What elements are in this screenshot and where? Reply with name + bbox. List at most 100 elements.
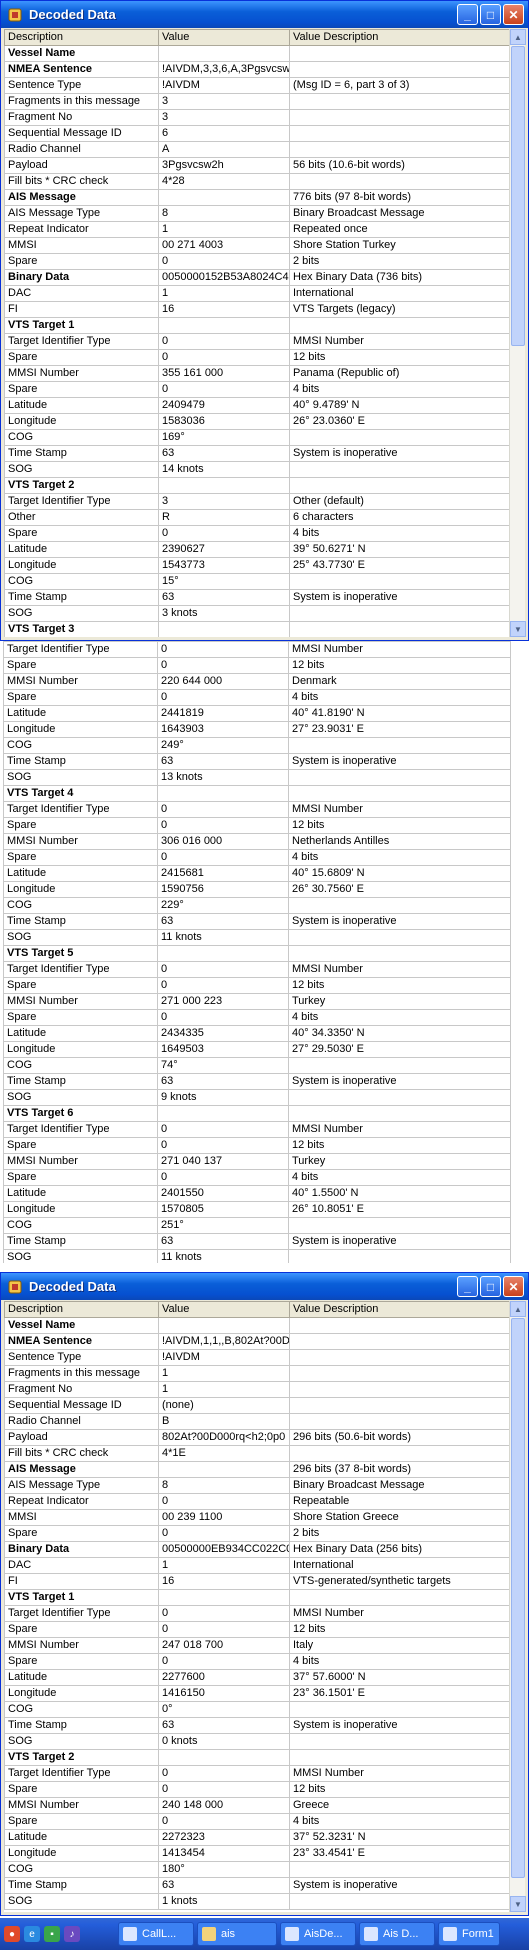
value-description-cell[interactable] bbox=[289, 317, 509, 334]
value-cell[interactable]: R bbox=[158, 509, 290, 526]
description-cell[interactable]: Target Identifier Type bbox=[4, 1605, 159, 1622]
description-cell[interactable]: MMSI Number bbox=[3, 833, 158, 850]
value-description-cell[interactable]: MMSI Number bbox=[288, 961, 511, 978]
value-description-cell[interactable]: (Msg ID = 6, part 3 of 3) bbox=[289, 77, 509, 94]
scroll-down-button[interactable]: ▼ bbox=[510, 1896, 526, 1912]
section-header-row[interactable]: Vessel Name bbox=[4, 45, 509, 62]
description-cell[interactable]: VTS Target 3 bbox=[4, 621, 159, 637]
description-cell[interactable]: Latitude bbox=[3, 705, 158, 722]
value-cell[interactable]: 1649503 bbox=[157, 1041, 289, 1058]
value-cell[interactable]: 2441819 bbox=[157, 705, 289, 722]
value-description-cell[interactable] bbox=[289, 461, 509, 478]
value-description-cell[interactable]: 26° 23.0360' E bbox=[289, 413, 509, 430]
description-cell[interactable]: Fragment No bbox=[4, 1381, 159, 1398]
value-cell[interactable]: 16 bbox=[158, 301, 290, 318]
description-cell[interactable]: SOG bbox=[3, 929, 158, 946]
description-cell[interactable]: COG bbox=[3, 737, 158, 754]
table-row[interactable]: MMSI 00 239 1100 Shore Station Greece bbox=[4, 1509, 509, 1526]
value-description-cell[interactable]: System is inoperative bbox=[289, 1717, 509, 1734]
scroll-up-button[interactable]: ▲ bbox=[510, 29, 526, 45]
start-icon[interactable]: ● bbox=[4, 1926, 20, 1942]
value-description-cell[interactable]: 4 bits bbox=[288, 1169, 511, 1186]
scroll-up-button[interactable]: ▲ bbox=[510, 1301, 526, 1317]
value-description-cell[interactable]: 4 bits bbox=[289, 1653, 509, 1670]
table-row[interactable]: Payload 3Pgsvcsw2h 56 bits (10.6-bit words… bbox=[4, 157, 509, 174]
value-cell[interactable]: 0 bbox=[158, 1813, 290, 1830]
value-cell[interactable]: 0 bbox=[158, 333, 290, 350]
value-cell[interactable]: 229° bbox=[157, 897, 289, 914]
value-description-cell[interactable]: 12 bits bbox=[288, 657, 511, 674]
description-cell[interactable]: Spare bbox=[4, 253, 159, 270]
value-description-cell[interactable]: System is inoperative bbox=[289, 589, 509, 606]
section-header-row[interactable]: Binary Data 0050000152B53A8024C4C Hex Bina… bbox=[4, 269, 509, 286]
value-cell[interactable]: 0 bbox=[157, 961, 289, 978]
table-row[interactable]: Longitude 1416150 23° 36.1501' E bbox=[4, 1685, 509, 1702]
table-row[interactable]: FI 16 VTS-generated/synthetic targets bbox=[4, 1573, 509, 1590]
value-description-cell[interactable]: 23° 33.4541' E bbox=[289, 1845, 509, 1862]
table-row[interactable]: Target Identifier Type 0 MMSI Number bbox=[4, 333, 509, 350]
value-description-cell[interactable]: Turkey bbox=[288, 993, 511, 1010]
value-cell[interactable]: 11 knots bbox=[157, 929, 289, 946]
value-description-cell[interactable] bbox=[289, 1349, 509, 1366]
table-row[interactable]: Target Identifier Type 0 MMSI Number bbox=[3, 801, 511, 818]
table-row[interactable]: SOG 14 knots bbox=[4, 461, 509, 478]
value-description-cell[interactable] bbox=[289, 45, 509, 62]
value-cell[interactable]: 63 bbox=[158, 445, 290, 462]
section-header-row[interactable]: VTS Target 2 bbox=[4, 1749, 509, 1766]
value-description-cell[interactable] bbox=[289, 141, 509, 158]
value-description-cell[interactable]: 12 bits bbox=[289, 1621, 509, 1638]
value-cell[interactable]: 0 bbox=[158, 1765, 290, 1782]
description-cell[interactable]: VTS Target 4 bbox=[3, 785, 158, 802]
table-row[interactable]: MMSI Number 220 644 000 Denmark bbox=[3, 673, 511, 690]
vertical-scrollbar[interactable]: ▲ ▼ bbox=[509, 1301, 526, 1912]
value-cell[interactable] bbox=[158, 45, 290, 62]
value-cell[interactable] bbox=[157, 945, 289, 962]
section-header-row[interactable]: Binary Data 00500000EB934CC022C0I Hex Bina… bbox=[4, 1541, 509, 1558]
value-cell[interactable]: 247 018 700 bbox=[158, 1637, 290, 1654]
value-description-cell[interactable]: 6 characters bbox=[289, 509, 509, 526]
description-cell[interactable]: DAC bbox=[4, 285, 159, 302]
value-description-cell[interactable]: System is inoperative bbox=[288, 913, 511, 930]
table-row[interactable]: AIS Message Type 8 Binary Broadcast Messag… bbox=[4, 205, 509, 222]
description-cell[interactable]: Latitude bbox=[3, 1185, 158, 1202]
table-row[interactable]: MMSI Number 271 040 137 Turkey bbox=[3, 1153, 511, 1170]
table-row[interactable]: COG 0° bbox=[4, 1701, 509, 1718]
description-cell[interactable]: Time Stamp bbox=[3, 753, 158, 770]
table-row[interactable]: Latitude 2415681 40° 15.6809' N bbox=[3, 865, 511, 882]
value-cell[interactable] bbox=[158, 1461, 290, 1478]
value-description-cell[interactable]: Shore Station Turkey bbox=[289, 237, 509, 254]
value-description-cell[interactable]: International bbox=[289, 285, 509, 302]
section-header-row[interactable]: AIS Message 296 bits (37 8-bit words) bbox=[4, 1461, 509, 1478]
description-cell[interactable]: Spare bbox=[3, 1137, 158, 1154]
table-row[interactable]: MMSI Number 247 018 700 Italy bbox=[4, 1637, 509, 1654]
data-grid-continued[interactable]: Target Identifier Type 0 MMSI Number Spare 0… bbox=[3, 641, 529, 1263]
description-cell[interactable]: MMSI Number bbox=[4, 1637, 159, 1654]
value-description-cell[interactable] bbox=[289, 1365, 509, 1382]
table-row[interactable]: Spare 0 2 bits bbox=[4, 253, 509, 270]
table-row[interactable]: Fragment No 3 bbox=[4, 109, 509, 126]
description-cell[interactable]: SOG bbox=[3, 769, 158, 786]
value-description-cell[interactable]: 4 bits bbox=[289, 381, 509, 398]
table-row[interactable]: Latitude 2441819 40° 41.8190' N bbox=[3, 705, 511, 722]
value-cell[interactable]: 1 bbox=[158, 285, 290, 302]
value-cell[interactable] bbox=[158, 1749, 290, 1766]
value-cell[interactable]: 3 bbox=[158, 109, 290, 126]
value-description-cell[interactable] bbox=[289, 1893, 509, 1910]
value-cell[interactable]: 0 bbox=[157, 977, 289, 994]
description-cell[interactable]: Target Identifier Type bbox=[3, 801, 158, 818]
value-cell[interactable]: 1543773 bbox=[158, 557, 290, 574]
value-cell[interactable]: 0 bbox=[158, 1621, 290, 1638]
value-cell[interactable]: 271 000 223 bbox=[157, 993, 289, 1010]
value-cell[interactable]: 1643903 bbox=[157, 721, 289, 738]
value-cell[interactable]: 2390627 bbox=[158, 541, 290, 558]
value-cell[interactable]: 169° bbox=[158, 429, 290, 446]
value-description-cell[interactable]: 12 bits bbox=[288, 977, 511, 994]
vertical-scrollbar[interactable]: ▲ ▼ bbox=[509, 29, 526, 637]
value-description-cell[interactable]: 40° 1.5500' N bbox=[288, 1185, 511, 1202]
table-row[interactable]: Longitude 1413454 23° 33.4541' E bbox=[4, 1845, 509, 1862]
table-row[interactable]: Spare 0 12 bits bbox=[4, 1621, 509, 1638]
description-cell[interactable]: Repeat Indicator bbox=[4, 1493, 159, 1510]
table-row[interactable]: Radio Channel B bbox=[4, 1413, 509, 1430]
value-cell[interactable]: 2434335 bbox=[157, 1025, 289, 1042]
value-description-cell[interactable]: 26° 30.7560' E bbox=[288, 881, 511, 898]
